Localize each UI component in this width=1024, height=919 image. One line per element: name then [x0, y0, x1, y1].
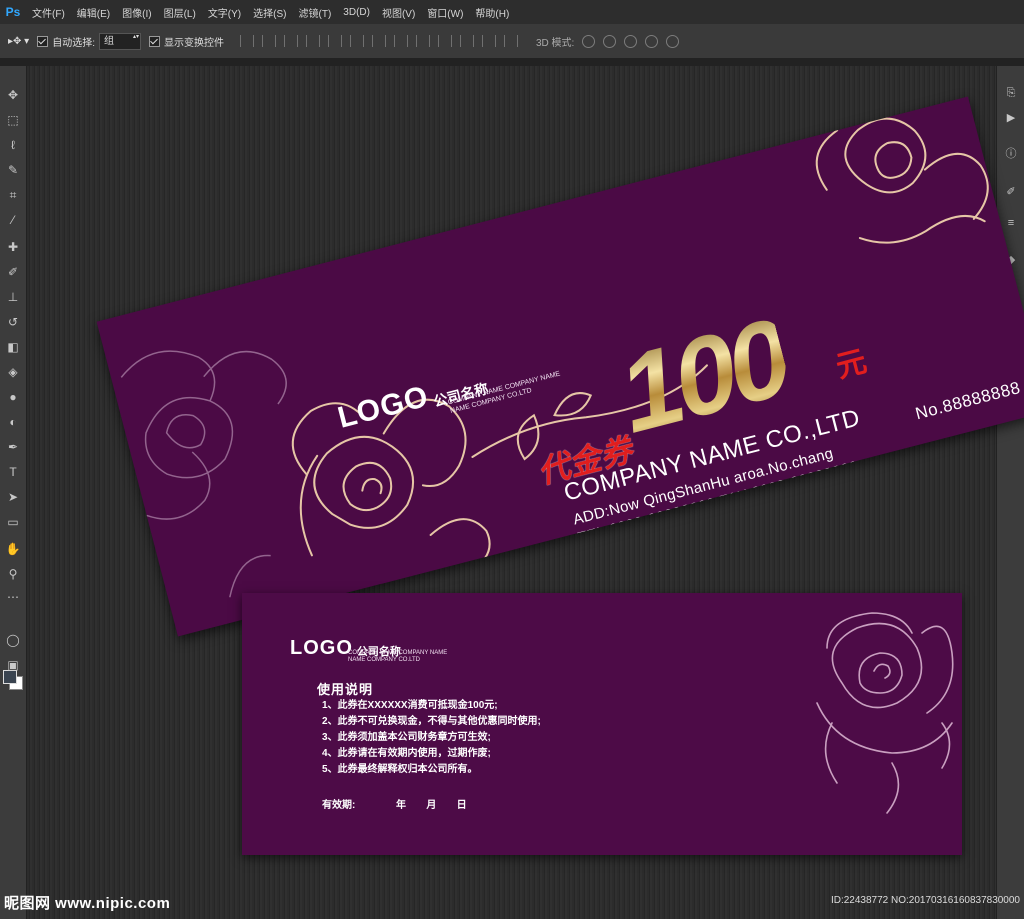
align-left-icon[interactable] [305, 35, 320, 47]
move-tool-preset-icon[interactable]: ▸✥ ▾ [8, 36, 29, 47]
back-logo-sub: COMPANY NAME COMPANY NAME NAME COMPANY C… [348, 650, 447, 664]
menu-layer[interactable]: 图层(L) [158, 5, 202, 20]
options-bar: ▸✥ ▾ 自动选择: 组 显示变换控件 3D 模式: [0, 24, 1024, 59]
paint-bucket-icon[interactable]: ◈ [4, 363, 22, 381]
tools-panel: ✥ ⬚ ℓ ✎ ⌗ ⁄ ✚ ✐ ⊥ ↺ ◧ ◈ ● ◐ ✒ T ➤ ▭ ✋ ⚲ … [0, 66, 27, 919]
instructions-title: 使用说明 [317, 682, 374, 697]
actions-panel-icon[interactable]: ▶ [1004, 110, 1018, 124]
auto-align-icon[interactable] [503, 35, 518, 47]
info-panel-icon[interactable]: ⓘ [1004, 146, 1018, 160]
rectangle-tool-icon[interactable]: ▭ [4, 513, 22, 531]
align-hcenter-icon[interactable] [327, 35, 342, 47]
distribute-right-icon[interactable] [481, 35, 496, 47]
screen-mode-icon[interactable]: ▣ [4, 656, 22, 674]
back-logo-sub1: COMPANY NAME COMPANY NAME [348, 650, 448, 656]
path-select-icon[interactable]: ➤ [4, 488, 22, 506]
instruction-item: 3、此券须加盖本公司财务章方可生效; [322, 732, 491, 743]
menu-view[interactable]: 视图(V) [376, 5, 421, 20]
history-brush-icon[interactable]: ↺ [4, 313, 22, 331]
right-panel-dock: ⎘ ▶ ⓘ ✐ ≡ ◆ A ¶ [996, 66, 1024, 919]
mode-3d-label: 3D 模式: [535, 37, 575, 49]
auto-select-label: 自动选择: [52, 37, 95, 49]
instruction-item: 2、此券不可兑换现金，不得与其他优惠同时使用; [322, 716, 541, 727]
clone-stamp-icon[interactable]: ⊥ [4, 288, 22, 306]
move-tool-icon[interactable]: ✥ [4, 86, 22, 104]
healing-brush-icon[interactable]: ✚ [4, 238, 22, 256]
distribute-vcenter-icon[interactable] [393, 35, 408, 47]
menu-filter[interactable]: 滤镜(T) [293, 5, 338, 20]
3d-slide-icon[interactable] [645, 34, 659, 48]
adjustments-panel-icon[interactable]: ≡ [1004, 216, 1018, 230]
document-tab-strip [0, 58, 1024, 66]
menu-select[interactable]: 选择(S) [247, 5, 292, 20]
menu-file[interactable]: 文件(F) [26, 5, 71, 20]
3d-pan-icon[interactable] [624, 34, 638, 48]
align-buttons [239, 35, 518, 47]
distribute-hcenter-icon[interactable] [459, 35, 474, 47]
voucher-back[interactable]: LOGO 公司名称 COMPANY NAME COMPANY NAME NAME… [242, 593, 962, 855]
menu-3d[interactable]: 3D(D) [337, 7, 376, 18]
lasso-tool-icon[interactable]: ℓ [4, 136, 22, 154]
menu-bar: Ps 文件(F) 编辑(E) 图像(I) 图层(L) 文字(Y) 选择(S) 滤… [0, 0, 1024, 24]
dodge-tool-icon[interactable]: ◐ [4, 413, 22, 431]
watermark-site: 昵图网 www.nipic.com [4, 895, 171, 912]
hand-tool-icon[interactable]: ✋ [4, 540, 22, 558]
align-bottom-icon[interactable] [283, 35, 298, 47]
validity-period: 有效期: 年 月 日 [322, 800, 467, 811]
distribute-left-icon[interactable] [437, 35, 452, 47]
quick-select-tool-icon[interactable]: ✎ [4, 161, 22, 179]
crop-tool-icon[interactable]: ⌗ [4, 186, 22, 204]
distribute-top-icon[interactable] [371, 35, 386, 47]
show-transform-option[interactable]: 显示变换控件 [148, 34, 224, 49]
3d-scale-icon[interactable] [666, 34, 680, 48]
menu-image[interactable]: 图像(I) [116, 5, 157, 20]
quick-mask-icon[interactable]: ◯ [4, 631, 22, 649]
align-vcenter-icon[interactable] [261, 35, 276, 47]
marquee-tool-icon[interactable]: ⬚ [4, 111, 22, 129]
instruction-item: 5、此券最终解释权归本公司所有。 [322, 764, 478, 775]
menu-edit[interactable]: 编辑(E) [71, 5, 116, 20]
align-right-icon[interactable] [349, 35, 364, 47]
instructions-list: 1、此券在XXXXXX消费可抵现金100元; 2、此券不可兑换现金，不得与其他优… [322, 698, 541, 778]
menu-help[interactable]: 帮助(H) [469, 5, 515, 20]
show-transform-checkbox[interactable] [148, 35, 160, 47]
menu-window[interactable]: 窗口(W) [421, 5, 469, 20]
eyedropper-tool-icon[interactable]: ⁄ [4, 211, 22, 229]
3d-roll-icon[interactable] [603, 34, 617, 48]
3d-rotate-icon[interactable] [582, 34, 596, 48]
extra-tools-icon[interactable]: ⋯ [4, 588, 22, 606]
show-transform-label: 显示变换控件 [163, 37, 224, 49]
blur-tool-icon[interactable]: ● [4, 388, 22, 406]
instruction-item: 4、此券请在有效期内使用，过期作废; [322, 748, 491, 759]
auto-select-dropdown[interactable]: 组 [98, 32, 141, 50]
pen-tool-icon[interactable]: ✒ [4, 438, 22, 456]
zoom-tool-icon[interactable]: ⚲ [4, 565, 22, 583]
auto-select-option[interactable]: 自动选择: 组 [37, 32, 141, 50]
back-logo-sub2: NAME COMPANY CO.LTD [348, 657, 421, 663]
brush-panel-icon[interactable]: ✐ [1004, 184, 1018, 198]
align-top-icon[interactable] [239, 35, 254, 47]
menu-type[interactable]: 文字(Y) [202, 5, 247, 20]
distribute-bottom-icon[interactable] [415, 35, 430, 47]
instruction-item: 1、此券在XXXXXX消费可抵现金100元; [322, 700, 498, 711]
history-panel-icon[interactable]: ⎘ [1004, 86, 1018, 100]
type-tool-icon[interactable]: T [4, 463, 22, 481]
mode-3d: 3D 模式: [535, 34, 680, 49]
brush-tool-icon[interactable]: ✐ [4, 263, 22, 281]
watermark-id: ID:22438772 NO:20170316160837830000 [830, 895, 1020, 906]
auto-select-checkbox[interactable] [37, 35, 49, 47]
eraser-tool-icon[interactable]: ◧ [4, 338, 22, 356]
back-logo-text: LOGO [290, 637, 353, 659]
photoshop-logo: Ps [5, 5, 21, 19]
